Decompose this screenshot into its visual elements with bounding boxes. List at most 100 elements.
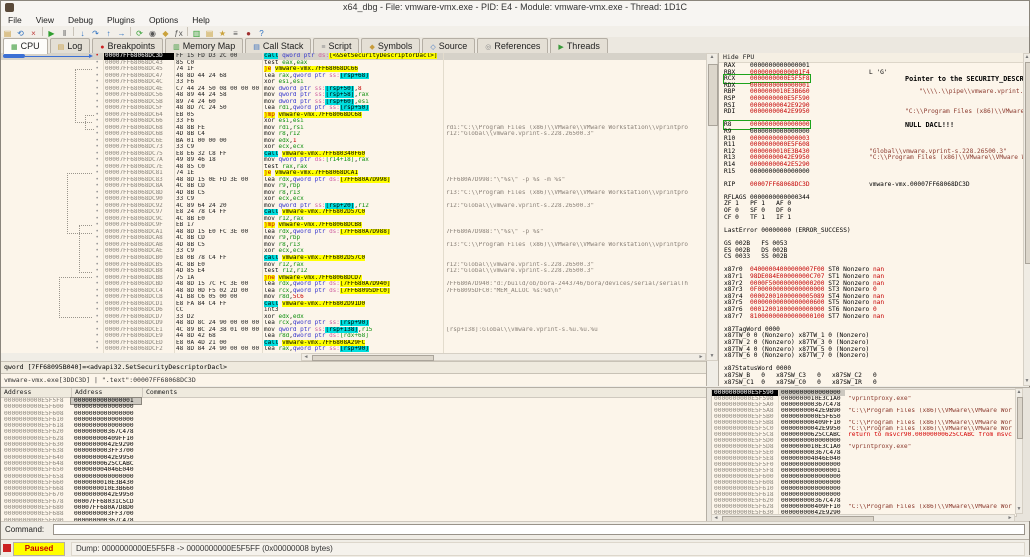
tab-cpu[interactable]: ▦CPU xyxy=(3,38,48,54)
register-comment: L 'G' xyxy=(869,70,888,77)
menu-debug[interactable]: Debug xyxy=(61,14,100,26)
register-text-line: x87SW_C1 0 x87SW_C0 0 x87SW_IR 0 xyxy=(719,380,1023,387)
disasm-vertical-scrollbar[interactable]: ▲ ▼ xyxy=(706,53,718,361)
command-bar: Command: xyxy=(1,521,1029,540)
scroll-down-arrow[interactable]: ▼ xyxy=(1016,506,1022,513)
toolbar-separator xyxy=(42,27,43,36)
register-row-x87r7[interactable]: x87r781000000000000000100 ST7 Nonzero na… xyxy=(719,314,1023,321)
jump-line xyxy=(59,277,92,318)
menu-bar: FileViewDebugPluginsOptionsHelp xyxy=(1,14,1029,26)
scroll-left-arrow[interactable]: ◄ xyxy=(302,354,310,360)
tab-cpu-icon: ▦ xyxy=(11,44,18,51)
register-row-r15[interactable]: R150000000000000000 xyxy=(719,169,1023,176)
scroll-up-arrow[interactable]: ▲ xyxy=(1024,54,1030,61)
tab-bar: ▦CPU▤Log●Breakpoints▥Memory Map▤Call Sta… xyxy=(1,37,1029,54)
rip-arrowhead xyxy=(89,54,93,58)
menu-help[interactable]: Help xyxy=(185,14,216,26)
registers-panel[interactable]: Hide FPU RAX0000000000000001RBX000000000… xyxy=(718,53,1023,386)
dump-header: Address Address Comments xyxy=(1,388,706,398)
stack-panel: 0000000000E5F590000000000000000000000000… xyxy=(707,387,1030,521)
comment-cell xyxy=(443,346,706,353)
dump-panel[interactable]: Address Address Comments 0000000000E5F5F… xyxy=(1,387,707,521)
tab-label: Script xyxy=(328,41,351,51)
tab-label: Memory Map xyxy=(183,41,236,51)
register-row-rip[interactable]: RIP00007FF68068DC3Dvmware-vmx.00007FF680… xyxy=(719,182,1023,189)
tab-label: References xyxy=(494,41,540,51)
register-text-line: CS 0033 SS 002B xyxy=(719,254,1023,261)
scroll-up-arrow[interactable]: ▲ xyxy=(1016,389,1022,396)
command-input[interactable] xyxy=(53,524,1025,535)
register-value: 81000000000000000100 xyxy=(750,313,825,320)
tab-label: Breakpoints xyxy=(108,41,156,51)
stack-vertical-scrollbar[interactable]: ▲ ▼ xyxy=(1015,388,1023,514)
scroll-down-arrow[interactable]: ▼ xyxy=(1024,378,1030,385)
toolbar-separator xyxy=(73,27,74,36)
tab-references[interactable]: ◎References xyxy=(477,38,548,53)
rip-arrow xyxy=(25,56,89,57)
tab-memory-map[interactable]: ▥Memory Map xyxy=(165,38,243,53)
register-row-rdi[interactable]: RDI00000000042E9950"C:\\Program Files (x… xyxy=(719,109,1023,116)
menu-options[interactable]: Options xyxy=(142,14,185,26)
tab-label: Log xyxy=(67,41,82,51)
scroll-right-arrow[interactable]: ► xyxy=(697,354,705,360)
disasm-row[interactable]: • 00007FF68068DCF248 8D 84 24 90 00 00 00… xyxy=(1,346,706,353)
tab-threads-icon: ▶ xyxy=(558,44,563,51)
status-text: Dump: 0000000000E5F5F8 -> 0000000000E5F5… xyxy=(71,542,1025,556)
tab-references-icon: ◎ xyxy=(485,44,491,51)
title-bar: x64_dbg - File: vmware-vmx.exe - PID: E4… xyxy=(1,1,1029,15)
tab-call-stack[interactable]: ▤Call Stack xyxy=(245,38,311,53)
scroll-down-arrow[interactable]: ▼ xyxy=(707,353,717,360)
menu-plugins[interactable]: Plugins xyxy=(100,14,142,26)
registers-scrollbar[interactable]: ▲ ▼ xyxy=(1023,53,1030,386)
tab-label: Threads xyxy=(567,41,600,51)
register-comment: "C:\\Program Files (x86)\\VMware\\VMware… xyxy=(905,109,1023,116)
tab-symbols[interactable]: ◆Symbols xyxy=(361,38,420,53)
info-box: qword [7FF68095B040]=<advapi32.SetSecuri… xyxy=(1,361,707,386)
dump-col-value: Address xyxy=(72,388,143,397)
tab-script-icon: ≡ xyxy=(321,44,325,51)
scroll-up-arrow[interactable]: ▲ xyxy=(707,54,717,61)
tab-script[interactable]: ≡Script xyxy=(313,38,359,53)
status-stop-icon xyxy=(3,544,11,552)
tab-breakpoints-icon: ● xyxy=(100,44,104,51)
tab-source[interactable]: ◇ Source xyxy=(422,38,475,53)
dump-col-address: Address xyxy=(1,388,72,397)
register-name: R15 xyxy=(724,169,750,176)
register-text-line: x87TW_6 0 (Nonzero) x87TW_7 0 (Nonzero) xyxy=(719,353,1023,360)
register-comment: Pointer to the SECURITY_DESCRIPTOR STRUC… xyxy=(905,76,1023,83)
main-window: x64_dbg - File: vmware-vmx.exe - PID: E4… xyxy=(0,0,1030,555)
rip-marker xyxy=(3,54,25,58)
register-comment: vmware-vmx.00007FF68068DC3D xyxy=(869,182,970,189)
scroll-thumb[interactable] xyxy=(1017,397,1023,439)
status-badge: Paused xyxy=(13,542,65,556)
menu-file[interactable]: File xyxy=(1,14,29,26)
tab-call-stack-icon: ▤ xyxy=(253,44,260,51)
tab-breakpoints[interactable]: ● Breakpoints xyxy=(92,38,163,53)
tab-symbols-icon: ◆ xyxy=(369,44,374,51)
register-value: 00000000042E9950 xyxy=(750,108,810,115)
tab-log[interactable]: ▤Log xyxy=(50,38,91,53)
tab-log-icon: ▤ xyxy=(58,44,65,51)
address-cell: 00007FF68068DCF2 xyxy=(103,346,174,353)
disasm-horizontal-scrollbar[interactable]: ◄ ► xyxy=(301,353,706,361)
register-value: 00007FF68068DC3D xyxy=(750,181,810,188)
disassembly-view[interactable]: •00007FF68068DC3DFF 15 FD D3 2C 00call q… xyxy=(1,53,707,353)
gutter: • xyxy=(1,346,103,353)
register-text-line: LastError 00000000 (ERROR_SUCCESS) xyxy=(719,228,1023,235)
register-value: 0000000000000000 xyxy=(750,168,810,175)
jump-line xyxy=(85,115,94,130)
scroll-thumb[interactable] xyxy=(1025,62,1030,264)
breakpoint-dot[interactable]: • xyxy=(95,346,99,353)
tab-label: Source xyxy=(439,41,468,51)
bytes-cell: 48 8D 84 24 90 00 00 00 xyxy=(174,346,262,353)
stack-view[interactable]: 0000000000E5F590000000000000000000000000… xyxy=(711,389,1017,517)
scroll-thumb[interactable] xyxy=(708,64,718,126)
info-line-resolved: qword [7FF68095B040]=<advapi32.SetSecuri… xyxy=(1,361,706,374)
tab-source-icon: ◇ xyxy=(430,44,435,51)
tab-memory-map-icon: ▥ xyxy=(173,44,180,51)
instruction-cell: lea rax,qword ptr ss:[rsp+90] xyxy=(262,346,443,353)
status-bar: Paused Dump: 0000000000E5F5F8 -> 0000000… xyxy=(1,539,1029,557)
info-line-module: vmware-vmx.exe[3DDC3D] | ".text":00007FF… xyxy=(1,374,706,386)
menu-view[interactable]: View xyxy=(29,14,61,26)
tab-threads[interactable]: ▶ Threads xyxy=(550,38,607,53)
